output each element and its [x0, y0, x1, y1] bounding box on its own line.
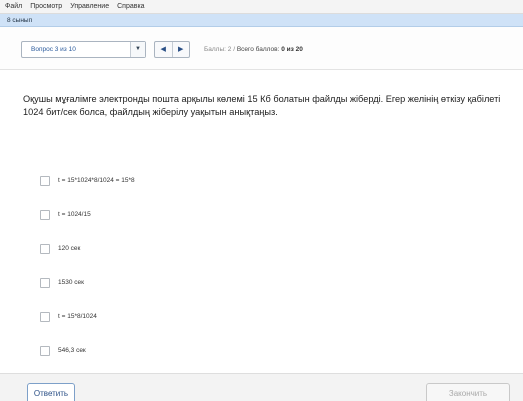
- answer-option-3[interactable]: 120 сек: [40, 243, 80, 254]
- total-value: 0 из 20: [281, 46, 303, 53]
- tab-class[interactable]: 8 сынып: [7, 17, 32, 24]
- checkbox[interactable]: [40, 209, 50, 220]
- checkbox[interactable]: [40, 277, 50, 288]
- question-toolbar: Вопрос 3 из 10 ▼ ◀ ▶ Баллы: 2 / Всего ба…: [0, 27, 523, 70]
- checkbox[interactable]: [40, 311, 50, 322]
- menu-manage[interactable]: Управление: [70, 3, 109, 10]
- answer-option-label: 546,3 сек: [58, 347, 86, 354]
- total-label: Всего баллов:: [236, 46, 280, 53]
- question-select[interactable]: Вопрос 3 из 10 ▼: [21, 41, 146, 58]
- menu-file[interactable]: Файл: [5, 3, 22, 10]
- prev-question-button[interactable]: ◀: [155, 42, 172, 57]
- arrow-right-icon: ▶: [178, 46, 184, 53]
- footer-bar: Ответить Закончить: [0, 373, 523, 401]
- answer-option-label: 1530 сек: [58, 279, 84, 286]
- checkbox[interactable]: [40, 345, 50, 356]
- checkbox[interactable]: [40, 243, 50, 254]
- question-navigation: ◀ ▶: [154, 41, 190, 58]
- score-label: Баллы:: [204, 46, 226, 53]
- question-select-value: Вопрос 3 из 10: [31, 46, 76, 53]
- arrow-left-icon: ◀: [160, 46, 166, 53]
- question-text: Оқушы мұғалімге электронды пошта арқылы …: [23, 94, 501, 117]
- answer-option-label: 120 сек: [58, 245, 81, 252]
- answer-option-1[interactable]: t = 15*1024*8/1024 = 15*8: [40, 175, 135, 186]
- answer-option-label: t = 15*8/1024: [58, 313, 97, 320]
- score-display: Баллы: 2 / Всего баллов: 0 из 20: [204, 41, 303, 58]
- tab-strip: 8 сынып: [0, 14, 523, 27]
- answer-option-6[interactable]: 546,3 сек: [40, 345, 86, 356]
- score-value: 2: [227, 46, 232, 53]
- chevron-down-icon[interactable]: ▼: [130, 42, 145, 57]
- finish-button[interactable]: Закончить: [426, 383, 510, 401]
- answer-option-label: t = 15*1024*8/1024 = 15*8: [58, 177, 135, 184]
- answer-option-label: t = 1024/15: [58, 211, 91, 218]
- answer-option-4[interactable]: 1530 сек: [40, 277, 84, 288]
- score-separator: /: [233, 46, 236, 53]
- answer-option-5[interactable]: t = 15*8/1024: [40, 311, 97, 322]
- next-question-button[interactable]: ▶: [171, 42, 190, 57]
- menu-bar: Файл Просмотр Управление Справка: [0, 0, 523, 14]
- checkbox[interactable]: [40, 175, 50, 186]
- answer-button[interactable]: Ответить: [27, 383, 75, 401]
- answer-option-2[interactable]: t = 1024/15: [40, 209, 91, 220]
- menu-view[interactable]: Просмотр: [30, 3, 62, 10]
- menu-help[interactable]: Справка: [117, 3, 144, 10]
